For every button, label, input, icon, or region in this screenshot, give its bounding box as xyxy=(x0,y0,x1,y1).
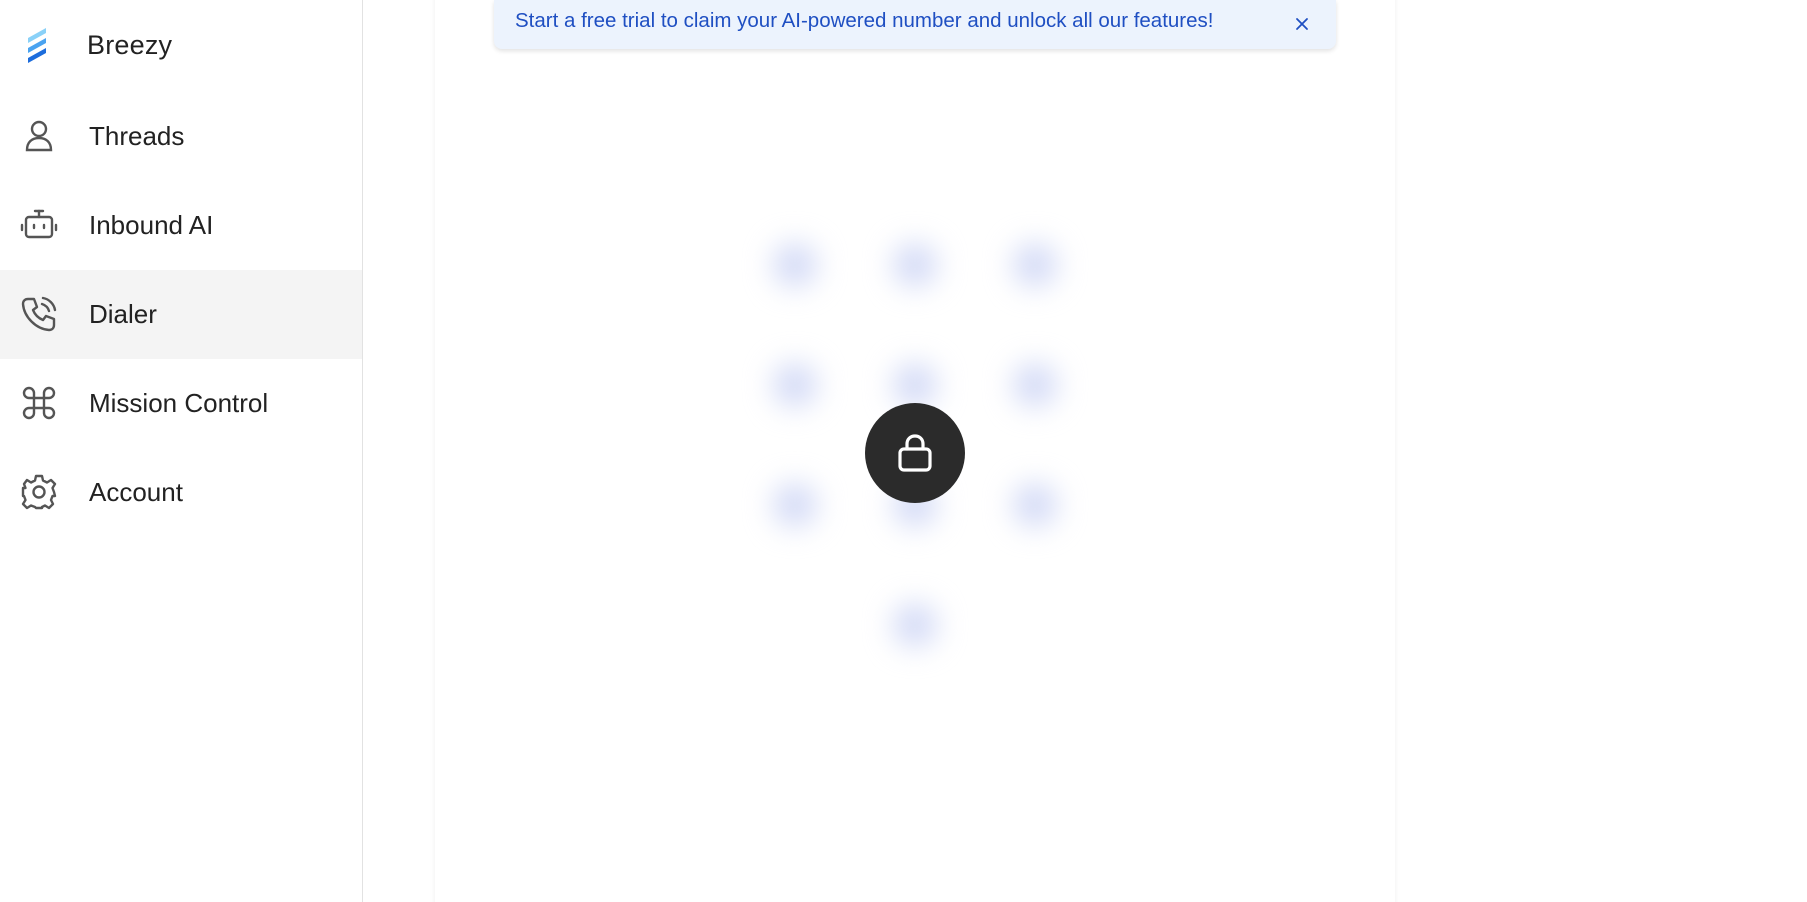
robot-icon xyxy=(19,205,59,245)
sidebar-item-label: Threads xyxy=(89,121,185,151)
sidebar-item-threads[interactable]: Threads xyxy=(0,92,362,181)
keypad-key-2[interactable] xyxy=(893,243,937,287)
sidebar-item-label: Dialer xyxy=(89,299,157,329)
lock-icon xyxy=(898,434,932,472)
sidebar-item-inbound-ai[interactable]: Inbound AI xyxy=(0,181,362,270)
command-icon xyxy=(19,383,59,423)
person-icon xyxy=(19,116,59,156)
trial-banner-text: Start a free trial to claim your AI-powe… xyxy=(515,9,1214,32)
app-root: Breezy Threads Inbound AI Dialer Mission… xyxy=(0,0,1807,902)
sidebar-item-label: Account xyxy=(89,477,183,507)
sidebar-item-account[interactable]: Account xyxy=(0,448,362,537)
breezy-logo-icon xyxy=(24,24,52,68)
sidebar: Breezy Threads Inbound AI Dialer Mission… xyxy=(0,0,363,902)
keypad-key-1[interactable] xyxy=(773,243,817,287)
gear-icon xyxy=(19,472,59,512)
brand[interactable]: Breezy xyxy=(0,0,362,92)
banner-close-button[interactable] xyxy=(1287,9,1317,39)
sidebar-item-mission-control[interactable]: Mission Control xyxy=(0,359,362,448)
close-icon xyxy=(1296,18,1308,30)
sidebar-item-dialer[interactable]: Dialer xyxy=(0,270,362,359)
phone-icon xyxy=(19,294,59,334)
sidebar-item-label: Inbound AI xyxy=(89,210,214,240)
unlock-button[interactable] xyxy=(865,403,965,503)
trial-banner: Start a free trial to claim your AI-powe… xyxy=(494,0,1336,49)
keypad-key-5[interactable] xyxy=(893,363,937,407)
keypad-key-6[interactable] xyxy=(1013,363,1057,407)
keypad-key-7[interactable] xyxy=(773,483,817,527)
keypad-key-0[interactable] xyxy=(893,603,937,647)
main-content xyxy=(363,0,1807,902)
brand-name: Breezy xyxy=(87,30,173,60)
keypad-key-9[interactable] xyxy=(1013,483,1057,527)
keypad-key-4[interactable] xyxy=(773,363,817,407)
keypad-key-3[interactable] xyxy=(1013,243,1057,287)
sidebar-nav: Threads Inbound AI Dialer Mission Contro… xyxy=(0,92,362,537)
sidebar-item-label: Mission Control xyxy=(89,388,269,418)
